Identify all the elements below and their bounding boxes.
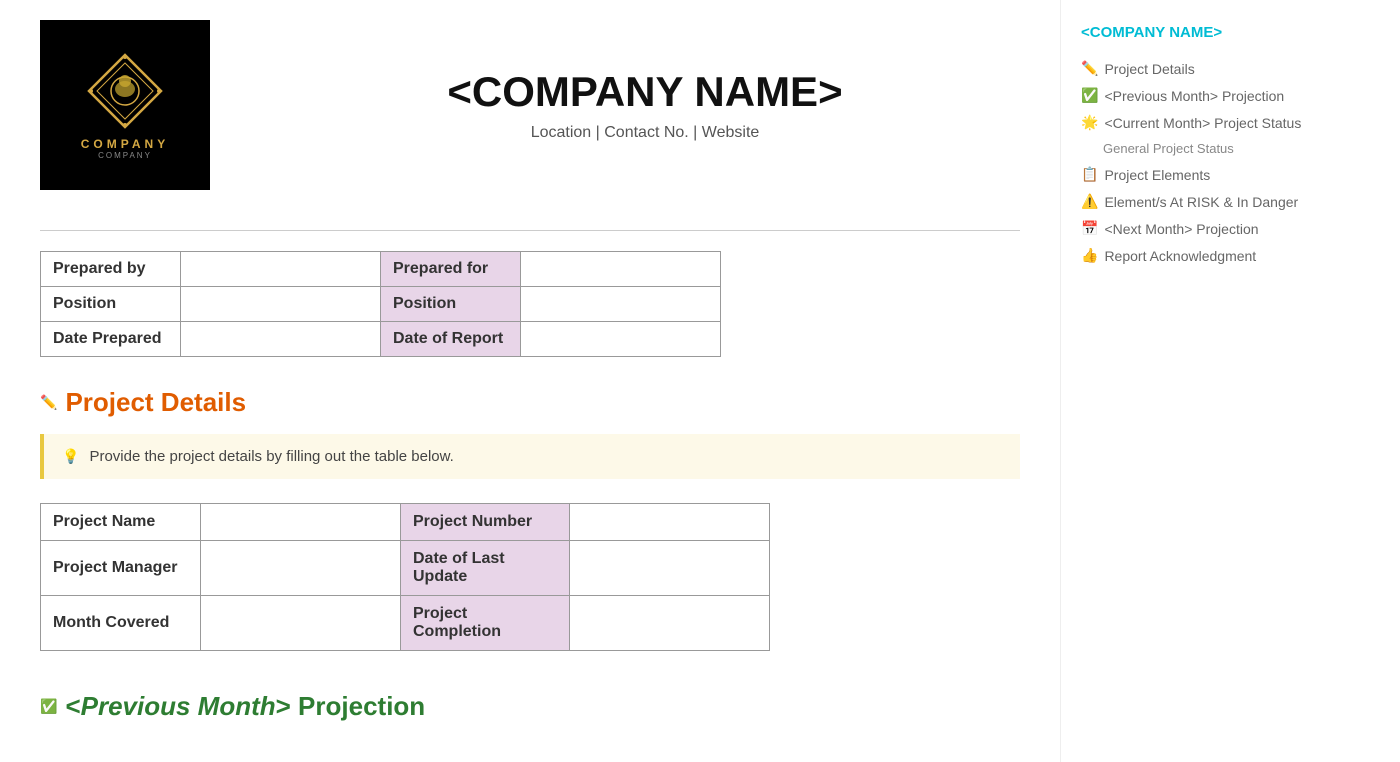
hint-text: Provide the project details by filling o…: [89, 448, 453, 465]
date-of-report-value[interactable]: [521, 322, 721, 357]
header-divider: [40, 230, 1020, 231]
project-details-title: ✏️ Project Details: [40, 387, 1020, 418]
company-info: <COMPANY NAME> Location | Contact No. | …: [270, 68, 1020, 142]
logo-text: COMPANY: [81, 137, 169, 151]
company-logo: COMPANY COMPANY: [40, 20, 210, 190]
date-last-update-label: Date of Last Update: [401, 541, 570, 596]
position-label: Position: [41, 287, 181, 322]
project-completion-label: Project Completion: [401, 596, 570, 651]
project-number-value[interactable]: [570, 504, 770, 541]
sidebar-item-next-month[interactable]: 📅 <Next Month> Projection: [1081, 215, 1380, 242]
project-name-value[interactable]: [201, 504, 401, 541]
checkmark-icon: ✅: [40, 698, 57, 715]
position-right-label: Position: [381, 287, 521, 322]
date-of-report-label: Date of Report: [381, 322, 521, 357]
month-covered-value[interactable]: [201, 596, 401, 651]
sidebar-label-risk: Element/s At RISK & In Danger: [1104, 194, 1298, 210]
logo-sub: COMPANY: [98, 151, 152, 160]
sidebar-label-next-month: <Next Month> Projection: [1104, 221, 1258, 237]
prev-month-title: ✅ <Previous Month> Projection: [40, 691, 1020, 722]
date-last-update-value[interactable]: [570, 541, 770, 596]
date-prepared-value[interactable]: [181, 322, 381, 357]
warning-nav-icon: ⚠️: [1081, 193, 1098, 210]
prepared-by-label: Prepared by: [41, 252, 181, 287]
sidebar-label-project-details: Project Details: [1104, 61, 1194, 77]
pencil-icon: ✏️: [40, 394, 57, 411]
calendar-nav-icon: 📅: [1081, 220, 1098, 237]
position-right-value[interactable]: [521, 287, 721, 322]
header-section: COMPANY COMPANY <COMPANY NAME> Location …: [40, 20, 1020, 210]
star-nav-icon: 🌟: [1081, 114, 1098, 131]
sidebar-label-project-elements: Project Elements: [1104, 167, 1210, 183]
sidebar-item-acknowledgment[interactable]: 👍 Report Acknowledgment: [1081, 242, 1380, 269]
month-covered-label: Month Covered: [41, 596, 201, 651]
company-contact: Location | Contact No. | Website: [531, 124, 760, 142]
sidebar-item-current-month[interactable]: 🌟 <Current Month> Project Status: [1081, 109, 1380, 136]
pencil-nav-icon: ✏️: [1081, 60, 1098, 77]
prepared-for-value[interactable]: [521, 252, 721, 287]
sidebar-item-risk[interactable]: ⚠️ Element/s At RISK & In Danger: [1081, 188, 1380, 215]
sidebar: <COMPANY NAME> ✏️ Project Details ✅ <Pre…: [1060, 0, 1400, 762]
sidebar-label-general-status: General Project Status: [1103, 141, 1234, 156]
date-prepared-label: Date Prepared: [41, 322, 181, 357]
sidebar-nav: ✏️ Project Details ✅ <Previous Month> Pr…: [1081, 55, 1380, 269]
clipboard-nav-icon: 📋: [1081, 166, 1098, 183]
project-manager-label: Project Manager: [41, 541, 201, 596]
project-number-label: Project Number: [401, 504, 570, 541]
sidebar-item-project-details[interactable]: ✏️ Project Details: [1081, 55, 1380, 82]
main-content: COMPANY COMPANY <COMPANY NAME> Location …: [0, 0, 1060, 762]
prepared-by-value[interactable]: [181, 252, 381, 287]
thumbsup-nav-icon: 👍: [1081, 247, 1098, 264]
lightbulb-icon: 💡: [62, 448, 79, 465]
sidebar-label-acknowledgment: Report Acknowledgment: [1104, 248, 1256, 264]
sidebar-item-general-status[interactable]: General Project Status: [1081, 136, 1380, 161]
project-name-label: Project Name: [41, 504, 201, 541]
sidebar-label-prev-month: <Previous Month> Projection: [1104, 88, 1284, 104]
check-nav-icon: ✅: [1081, 87, 1098, 104]
position-value[interactable]: [181, 287, 381, 322]
company-name: <COMPANY NAME>: [447, 68, 842, 116]
prepared-for-label: Prepared for: [381, 252, 521, 287]
header-table: Prepared by Prepared for Position Positi…: [40, 251, 721, 357]
sidebar-item-prev-month[interactable]: ✅ <Previous Month> Projection: [1081, 82, 1380, 109]
project-completion-value[interactable]: [570, 596, 770, 651]
prev-month-text: <Previous Month> Projection: [65, 691, 425, 722]
project-table: Project Name Project Number Project Mana…: [40, 503, 770, 651]
sidebar-company-name: <COMPANY NAME>: [1081, 24, 1380, 41]
hint-box: 💡 Provide the project details by filling…: [40, 434, 1020, 479]
sidebar-label-current-month: <Current Month> Project Status: [1104, 115, 1301, 131]
logo-diamond: [85, 51, 165, 131]
sidebar-item-project-elements[interactable]: 📋 Project Elements: [1081, 161, 1380, 188]
project-manager-value[interactable]: [201, 541, 401, 596]
